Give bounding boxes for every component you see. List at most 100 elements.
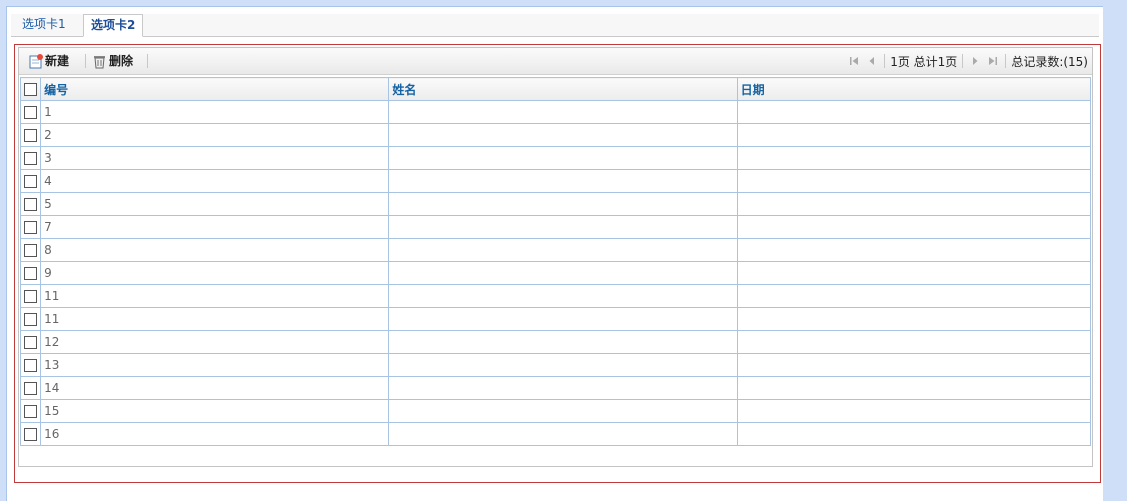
cell-date (736, 169, 1092, 193)
row-select-cell (19, 307, 42, 331)
cell-id: 11 (40, 307, 390, 331)
prev-page-icon[interactable] (863, 52, 881, 70)
cell-name (388, 376, 738, 400)
tab-2[interactable]: 选项卡2 (83, 14, 144, 37)
table-row[interactable]: 12 (19, 330, 1092, 354)
row-select-cell (19, 353, 42, 377)
delete-button-label: 删除 (109, 54, 134, 68)
pagination: 1页 总计1页 总记录数:(15) (845, 51, 1090, 71)
cell-id: 3 (40, 146, 390, 170)
table-row[interactable]: 2 (19, 123, 1092, 147)
cell-id: 1 (40, 100, 390, 124)
column-header-name[interactable]: 姓名 (388, 77, 738, 101)
cell-id: 11 (40, 284, 390, 308)
tab-bar: 选项卡1 选项卡2 (11, 14, 1099, 37)
cell-date (736, 100, 1092, 124)
row-checkbox[interactable] (24, 152, 38, 165)
first-page-icon[interactable] (845, 52, 863, 70)
cell-name (388, 100, 738, 124)
table-row[interactable]: 9 (19, 261, 1092, 285)
cell-id: 16 (40, 422, 390, 446)
cell-date (736, 376, 1092, 400)
cell-date (736, 261, 1092, 285)
last-page-icon[interactable] (984, 52, 1002, 70)
row-select-cell (19, 376, 42, 400)
cell-id: 13 (40, 353, 390, 377)
cell-id: 14 (40, 376, 390, 400)
grid-toolbar: 新建 删除 1页 总计1页 总记录数:(15) (19, 48, 1092, 75)
cell-date (736, 123, 1092, 147)
row-checkbox[interactable] (24, 428, 38, 441)
row-select-cell (19, 330, 42, 354)
row-select-cell (19, 238, 42, 262)
cell-name (388, 146, 738, 170)
row-select-cell (19, 100, 42, 124)
cell-name (388, 399, 738, 423)
delete-button[interactable]: 删除 (92, 51, 133, 71)
cell-date (736, 422, 1092, 446)
table-row[interactable]: 1 (19, 100, 1092, 124)
row-checkbox[interactable] (24, 313, 38, 326)
table-row[interactable]: 8 (19, 238, 1092, 262)
row-checkbox[interactable] (24, 382, 38, 395)
table-row[interactable]: 11 (19, 284, 1092, 308)
row-checkbox[interactable] (24, 244, 38, 257)
row-select-cell (19, 169, 42, 193)
row-checkbox[interactable] (24, 359, 38, 372)
cell-name (388, 307, 738, 331)
column-header-date[interactable]: 日期 (736, 77, 1092, 101)
pager-divider (884, 54, 886, 68)
tab-1[interactable]: 选项卡1 (15, 14, 73, 35)
table-row[interactable]: 11 (19, 307, 1092, 331)
page-info: 1页 总计1页 (890, 54, 958, 69)
cell-id: 12 (40, 330, 390, 354)
cell-id: 8 (40, 238, 390, 262)
table-row[interactable]: 4 (19, 169, 1092, 193)
cell-date (736, 215, 1092, 239)
row-checkbox[interactable] (24, 336, 38, 349)
cell-date (736, 330, 1092, 354)
row-checkbox[interactable] (24, 106, 38, 119)
cell-id: 5 (40, 192, 390, 216)
row-checkbox[interactable] (24, 221, 38, 234)
cell-date (736, 238, 1092, 262)
row-checkbox[interactable] (24, 290, 38, 303)
grid-body: 1 2 3 4 5 7 8 9 11 11 12 13 14 15 16 (19, 100, 1092, 446)
cell-name (388, 192, 738, 216)
grid-panel: 新建 删除 1页 总计1页 总记录数:(15) 编号 姓名 日期 1 2 3 4… (18, 47, 1093, 467)
row-checkbox[interactable] (24, 267, 38, 280)
new-document-icon (29, 53, 43, 69)
cell-date (736, 146, 1092, 170)
cell-id: 15 (40, 399, 390, 423)
row-checkbox[interactable] (24, 405, 38, 418)
table-row[interactable]: 7 (19, 215, 1092, 239)
table-row[interactable]: 16 (19, 422, 1092, 446)
cell-date (736, 284, 1092, 308)
cell-name (388, 422, 738, 446)
row-select-cell (19, 422, 42, 446)
table-row[interactable]: 13 (19, 353, 1092, 377)
select-all-cell (19, 77, 42, 101)
row-select-cell (19, 192, 42, 216)
new-button[interactable]: 新建 (29, 51, 69, 71)
row-select-cell (19, 284, 42, 308)
row-checkbox[interactable] (24, 198, 38, 211)
column-header-id[interactable]: 编号 (40, 77, 390, 101)
table-row[interactable]: 15 (19, 399, 1092, 423)
pager-divider (962, 54, 964, 68)
pager-divider (1005, 54, 1007, 68)
select-all-checkbox[interactable] (24, 83, 38, 96)
next-page-icon[interactable] (966, 52, 984, 70)
cell-name (388, 284, 738, 308)
cell-name (388, 215, 738, 239)
cell-id: 7 (40, 215, 390, 239)
cell-id: 2 (40, 123, 390, 147)
table-row[interactable]: 3 (19, 146, 1092, 170)
row-checkbox[interactable] (24, 175, 38, 188)
row-checkbox[interactable] (24, 129, 38, 142)
table-row[interactable]: 5 (19, 192, 1092, 216)
data-grid: 编号 姓名 日期 1 2 3 4 5 7 8 9 11 11 12 13 14 15 16 (19, 77, 1092, 446)
toolbar-divider (147, 54, 148, 68)
cell-name (388, 169, 738, 193)
table-row[interactable]: 14 (19, 376, 1092, 400)
